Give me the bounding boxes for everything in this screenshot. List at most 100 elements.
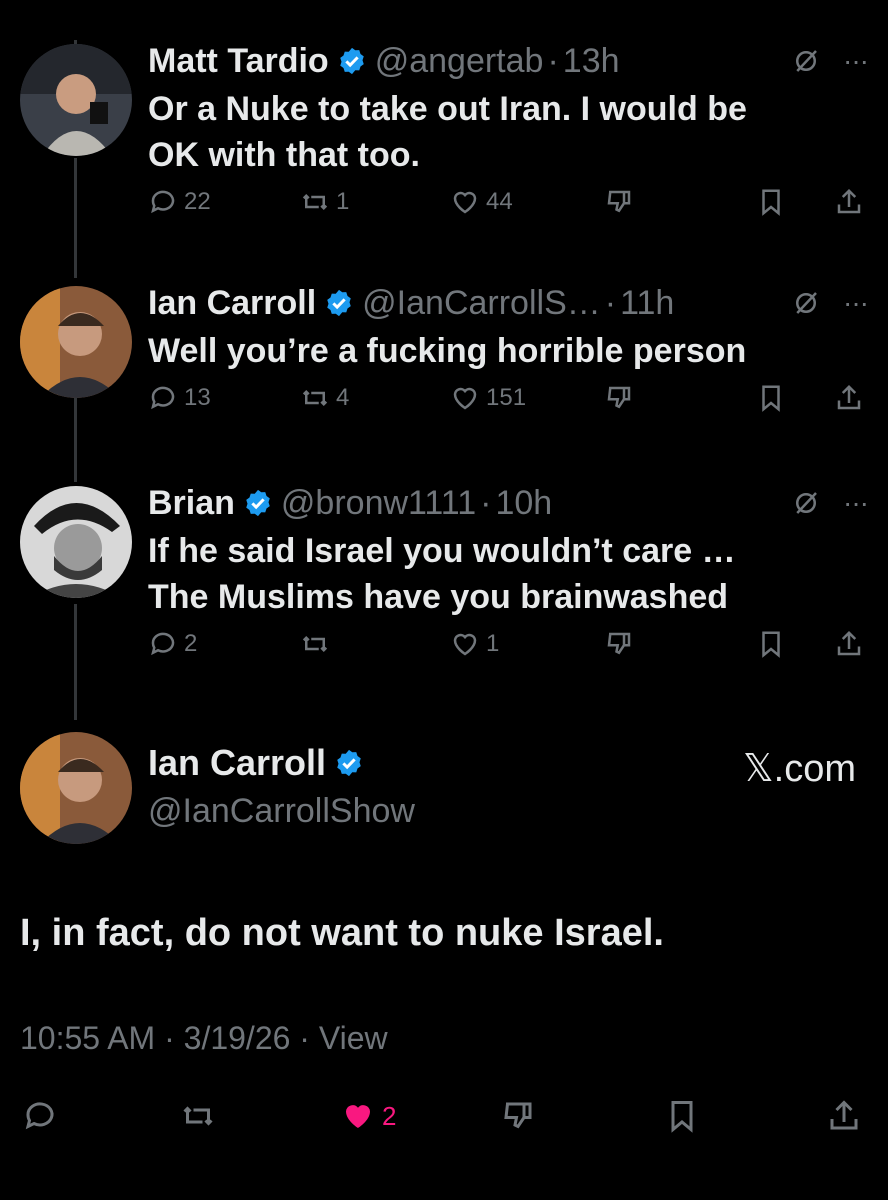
repost-button[interactable]	[300, 629, 336, 659]
post-timestamp[interactable]: 10:55 AM · 3/19/26 · View	[20, 1020, 388, 1057]
share-button[interactable]	[834, 187, 864, 217]
author-name[interactable]: Matt Tardio	[148, 42, 329, 81]
avatar[interactable]	[20, 486, 132, 598]
separator-dot: ·	[480, 483, 492, 522]
bookmark-icon	[671, 1101, 693, 1133]
bookmark-icon	[762, 631, 780, 658]
avatar[interactable]	[20, 286, 132, 398]
thread-line	[74, 604, 77, 720]
post-text-line: Well you’re a fucking horrible person	[148, 332, 747, 370]
reply-button[interactable]: 2	[148, 629, 197, 659]
downvote-button[interactable]	[500, 1098, 536, 1134]
repost-button[interactable]	[180, 1098, 216, 1134]
like-button[interactable]: 151	[450, 383, 526, 413]
grok-icon[interactable]	[791, 288, 821, 318]
thumbs-down-icon	[607, 632, 631, 655]
author-name[interactable]: Ian Carroll	[148, 284, 316, 323]
share-icon	[830, 1100, 858, 1130]
author-handle[interactable]: @angertab	[375, 42, 544, 81]
avatar[interactable]	[20, 44, 132, 156]
post-text-line: Or a Nuke to take out Iran. I would be	[148, 90, 747, 128]
like-count: 2	[382, 1100, 397, 1131]
main-post-header: Ian Carroll @IanCarrollShow 𝕏.com	[148, 742, 856, 831]
author-handle[interactable]: @IanCarrollShow	[148, 792, 856, 831]
verified-icon	[246, 489, 270, 517]
more-icon[interactable]: ···	[843, 487, 869, 519]
like-count: 151	[486, 384, 527, 411]
reply-post[interactable]: Matt Tardio @angertab · 13h ··· Or a Nuk…	[148, 40, 869, 178]
repost-icon	[302, 389, 328, 407]
heart-filled-icon	[346, 1105, 370, 1128]
bookmark-icon	[762, 385, 780, 412]
reply-icon	[151, 632, 175, 656]
more-icon[interactable]: ···	[843, 45, 869, 77]
post-text: Or a Nuke to take out Iran. I would be O…	[148, 86, 868, 178]
reply-icon	[151, 386, 175, 410]
main-post-text: I, in fact, do not want to nuke Israel.	[20, 912, 664, 954]
share-button[interactable]	[826, 1098, 862, 1134]
share-icon	[837, 384, 861, 410]
repost-button[interactable]: 1	[300, 187, 349, 217]
reply-button[interactable]: 13	[148, 383, 211, 413]
repost-icon	[183, 1106, 213, 1126]
repost-button[interactable]: 4	[300, 383, 349, 413]
post-time[interactable]: 10h	[495, 484, 552, 523]
grok-icon[interactable]	[791, 46, 821, 76]
author-handle[interactable]: @bronw1111	[281, 484, 476, 523]
separator-dot: ·	[547, 41, 559, 80]
downvote-button[interactable]	[604, 187, 634, 217]
bookmark-button[interactable]	[756, 187, 786, 217]
separator-dot: ·	[604, 283, 617, 322]
reply-count: 22	[184, 188, 211, 215]
grok-icon[interactable]	[791, 488, 821, 518]
repost-icon	[302, 635, 328, 653]
heart-icon	[453, 633, 477, 656]
repost-icon	[302, 193, 328, 211]
thread-line	[74, 158, 77, 278]
thumbs-down-icon	[504, 1102, 532, 1129]
verified-icon	[327, 289, 351, 317]
more-icon[interactable]: ···	[843, 287, 869, 319]
verified-icon	[339, 47, 364, 75]
post-text-line: If he said Israel you wouldn’t care …	[148, 532, 736, 570]
like-button[interactable]: 44	[450, 187, 513, 217]
author-handle[interactable]: @IanCarrollS…	[362, 284, 601, 323]
reply-post[interactable]: Brian @bronw1111 · 10h ··· If he said Is…	[148, 482, 869, 620]
bookmark-button[interactable]	[756, 383, 786, 413]
like-button[interactable]: 2	[340, 1098, 396, 1134]
reply-post[interactable]: Ian Carroll @IanCarrollS… · 11h ··· Well…	[148, 282, 869, 374]
share-icon	[837, 630, 861, 656]
reply-button[interactable]: 22	[148, 187, 211, 217]
main-action-bar: 2	[0, 1098, 888, 1142]
reply-count: 13	[184, 384, 211, 411]
author-name[interactable]: Brian	[148, 484, 235, 523]
reply-icon	[25, 1102, 54, 1130]
downvote-button[interactable]	[604, 629, 634, 659]
repost-count: 1	[336, 188, 350, 215]
post-text-line: The Muslims have you brainwashed	[148, 578, 729, 616]
share-button[interactable]	[834, 629, 864, 659]
like-count: 44	[486, 188, 513, 215]
like-count: 1	[486, 630, 500, 657]
heart-icon	[453, 191, 477, 214]
downvote-button[interactable]	[604, 383, 634, 413]
author-name[interactable]: Ian Carroll	[148, 742, 326, 784]
share-button[interactable]	[834, 383, 864, 413]
post-time[interactable]: 13h	[563, 42, 620, 81]
share-icon	[837, 188, 861, 214]
post-text-line: OK with that too.	[148, 136, 420, 174]
post-text: If he said Israel you wouldn’t care … Th…	[148, 528, 868, 620]
bookmark-button[interactable]	[664, 1098, 700, 1134]
bookmark-icon	[762, 189, 780, 216]
post-time[interactable]: 11h	[620, 284, 674, 323]
like-button[interactable]: 1	[450, 629, 499, 659]
repost-count: 4	[336, 384, 350, 411]
bookmark-button[interactable]	[756, 629, 786, 659]
reply-button[interactable]	[22, 1098, 58, 1134]
post-text: Well you’re a fucking horrible person	[148, 328, 868, 374]
reply-icon	[151, 190, 175, 214]
avatar[interactable]	[20, 732, 132, 844]
thumbs-down-icon	[607, 386, 631, 409]
site-label: 𝕏.com	[743, 748, 856, 790]
heart-icon	[453, 387, 477, 410]
